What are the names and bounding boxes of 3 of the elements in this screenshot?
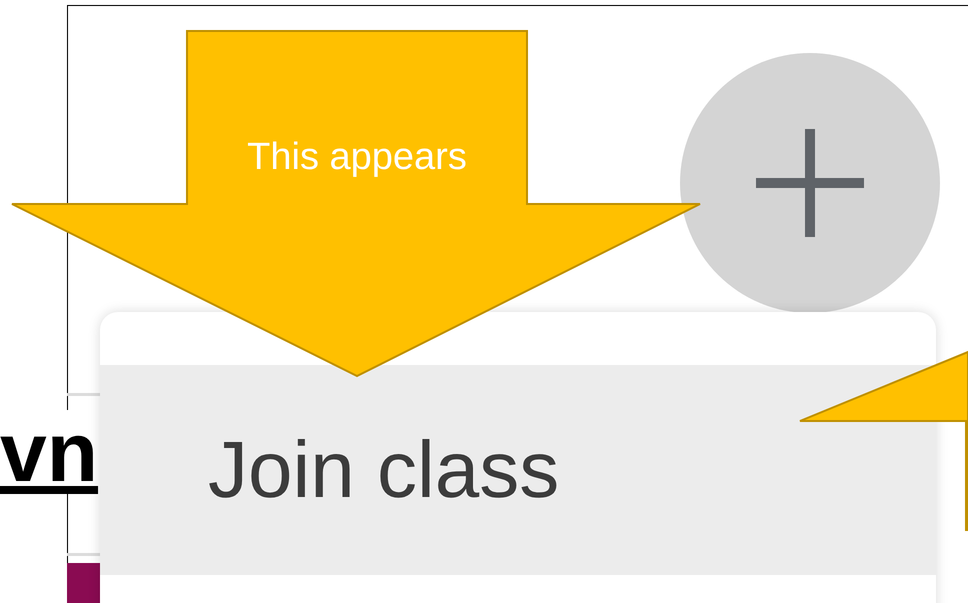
plus-icon (756, 129, 864, 237)
menu-item[interactable]: Join class (100, 365, 936, 575)
callout-text: This appears (246, 138, 468, 176)
